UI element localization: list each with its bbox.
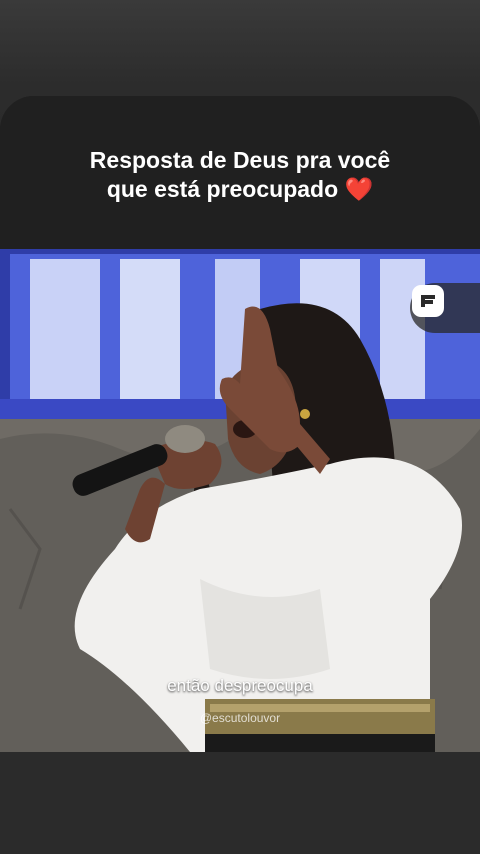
caption-line-2: que está preocupado ❤️ xyxy=(90,175,390,204)
watermark: @escutolouvor xyxy=(199,711,281,725)
post-card: Resposta de Deus pra você que está preoc… xyxy=(0,96,480,752)
e-logo-icon xyxy=(412,285,444,317)
video-player[interactable]: então despreocupa @escutolouvor xyxy=(0,249,480,752)
brand-logo[interactable] xyxy=(410,283,480,333)
caption-line-2-text: que está preocupado xyxy=(106,175,339,202)
post-caption: Resposta de Deus pra você que está preoc… xyxy=(90,146,390,204)
caption-line-1: Resposta de Deus pra você xyxy=(89,146,391,173)
heart-emoji: ❤️ xyxy=(344,175,374,202)
video-subtitle: então despreocupa xyxy=(167,676,313,695)
caption-area: Resposta de Deus pra você que está preoc… xyxy=(0,96,480,249)
bottom-area xyxy=(0,752,480,854)
